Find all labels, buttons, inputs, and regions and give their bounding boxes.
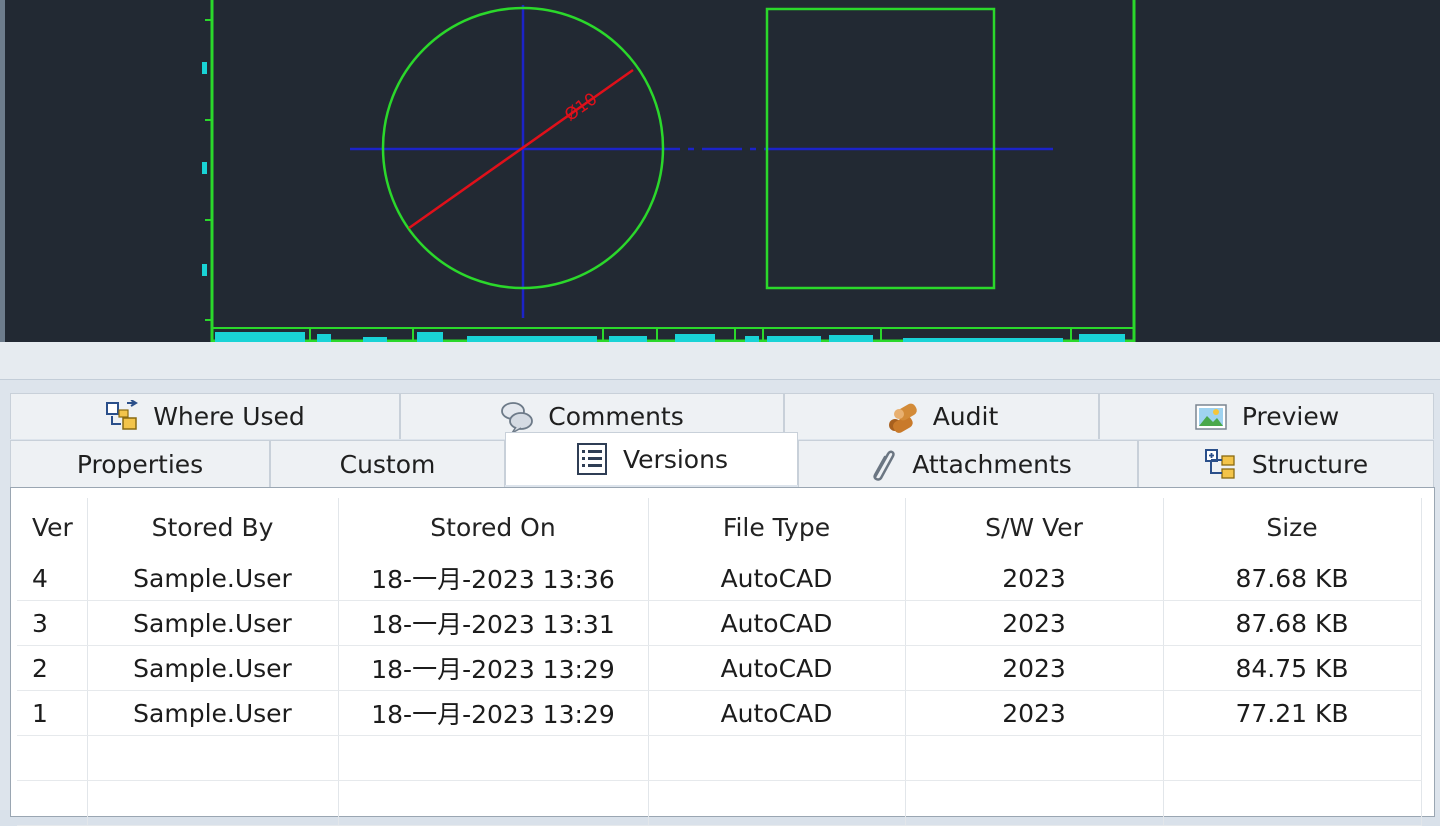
drawing-preview: Ø10 [0,0,1440,342]
paperclip-icon [873,450,895,481]
tab-custom[interactable]: Custom [270,440,505,487]
splitter[interactable] [0,342,1440,380]
tab-audit[interactable]: Audit [784,393,1099,439]
versions-table: Ver Stored By Stored On File Type S/W Ve… [17,498,1422,826]
cell-file-type: AutoCAD [648,690,906,736]
cell-stored-on: 18-一月-2023 13:29 [338,645,649,691]
tab-label: Audit [932,402,999,431]
tab-label: Custom [339,449,436,479]
audit-icon [888,403,917,433]
column-header-stored-on[interactable]: Stored On [338,498,649,556]
tab-label: Where Used [153,402,305,431]
tab-versions[interactable]: Versions [505,432,798,485]
tab-preview[interactable]: Preview [1099,393,1434,439]
cell-ver: 3 [17,600,88,646]
cell-ver: 1 [17,690,88,736]
tab-label: Versions [623,444,728,474]
diameter-dimension-text: Ø10 [561,89,601,125]
table-row[interactable]: 4 Sample.User 18-一月-2023 13:36 AutoCAD 2… [17,556,1422,601]
tab-label: Attachments [912,449,1072,479]
tab-where-used[interactable]: Where Used [10,393,400,439]
cell-stored-by: Sample.User [87,645,339,691]
cell-file-type: AutoCAD [648,600,906,646]
table-row[interactable]: 3 Sample.User 18-一月-2023 13:31 AutoCAD 2… [17,600,1422,646]
cell-stored-by: Sample.User [87,690,339,736]
cell-stored-by: Sample.User [87,556,339,601]
tab-label: Preview [1241,402,1340,431]
cell-size: 87.68 KB [1163,556,1422,601]
cell-stored-on: 18-一月-2023 13:29 [338,690,649,736]
tab-structure[interactable]: Structure [1138,440,1434,487]
cell-sw-ver: 2023 [905,645,1164,691]
frame-markers [202,62,207,276]
drawing-canvas: Ø10 [202,0,1136,342]
drawing-frame [210,0,1136,342]
cell-file-type: AutoCAD [648,645,906,691]
cell-stored-on: 18-一月-2023 13:36 [338,556,649,601]
empty-row [17,780,1422,826]
comments-icon [501,401,534,434]
cell-size: 84.75 KB [1163,645,1422,691]
cell-stored-by: Sample.User [87,600,339,646]
cell-size: 77.21 KB [1163,690,1422,736]
cell-size: 87.68 KB [1163,600,1422,646]
empty-row [17,735,1422,781]
column-header-ver[interactable]: Ver [17,498,88,556]
preview-icon [1195,403,1227,430]
tab-row-lower: Properties Custom Versions Attachments S [10,432,1434,487]
column-header-size[interactable]: Size [1163,498,1422,556]
tab-label: Comments [548,402,684,431]
cell-ver: 2 [17,645,88,691]
tab-label: Structure [1251,449,1369,479]
cell-file-type: AutoCAD [648,556,906,601]
column-header-sw-ver[interactable]: S/W Ver [905,498,1164,556]
table-header-row: Ver Stored By Stored On File Type S/W Ve… [17,498,1422,556]
table-row[interactable]: 2 Sample.User 18-一月-2023 13:29 AutoCAD 2… [17,645,1422,691]
tab-properties[interactable]: Properties [10,440,270,487]
where-used-icon [106,399,139,430]
versions-icon [577,443,608,475]
tab-label: Properties [76,449,204,479]
column-header-file-type[interactable]: File Type [648,498,906,556]
table-row[interactable]: 1 Sample.User 18-一月-2023 13:29 AutoCAD 2… [17,690,1422,736]
structure-icon [1204,449,1235,479]
cell-sw-ver: 2023 [905,556,1164,601]
versions-grid: Ver Stored By Stored On File Type S/W Ve… [10,487,1435,826]
column-header-stored-by[interactable]: Stored By [87,498,339,556]
cell-sw-ver: 2023 [905,690,1164,736]
cell-stored-on: 18-一月-2023 13:31 [338,600,649,646]
cell-sw-ver: 2023 [905,600,1164,646]
tab-attachments[interactable]: Attachments [798,440,1138,487]
cell-ver: 4 [17,556,88,601]
